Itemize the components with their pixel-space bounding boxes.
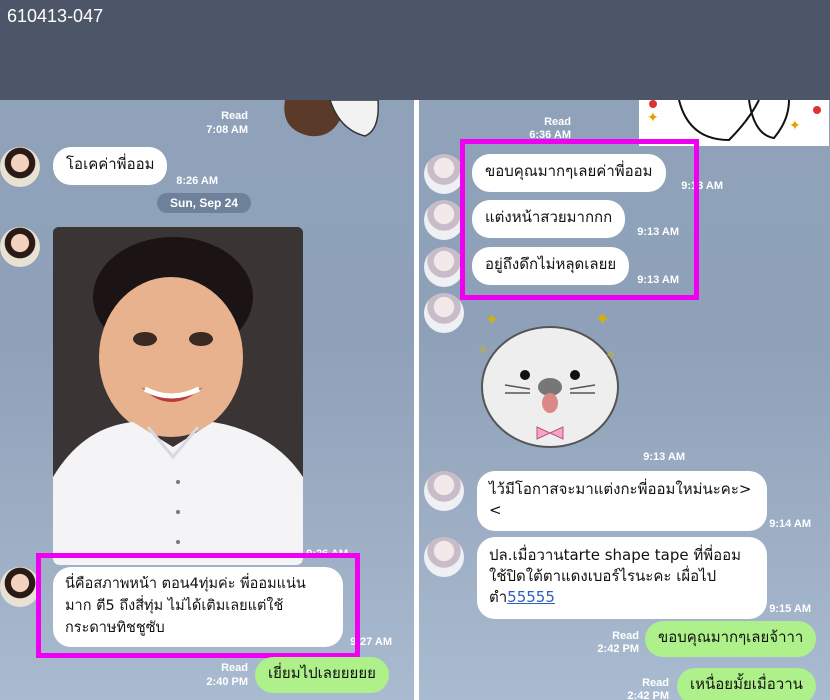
message-time: 2:40 PM [206, 676, 248, 688]
svg-text:✦: ✦ [789, 118, 801, 134]
highlight-box [36, 553, 360, 658]
message-time: 9:13 AM [643, 451, 685, 463]
seal-sticker[interactable]: ✦ ✦ ✧ ✧ [475, 305, 625, 450]
sent-message-bubble[interactable]: ขอบคุณมากๆเลยจ้าาา [645, 621, 817, 657]
read-status: Read [221, 662, 248, 674]
watermark: 610413-047 [7, 6, 104, 26]
read-status: Read [642, 677, 669, 689]
sticker-fragment [284, 100, 379, 137]
avatar[interactable] [424, 200, 464, 240]
svg-text:✧: ✧ [477, 343, 489, 359]
message-time: 2:42 PM [597, 643, 639, 655]
avatar[interactable] [424, 247, 464, 287]
read-status: Read [544, 116, 571, 128]
avatar[interactable] [424, 537, 464, 577]
highlight-box [460, 139, 699, 300]
svg-text:✦: ✦ [485, 310, 498, 329]
svg-text:✦: ✦ [647, 110, 659, 126]
message-bubble[interactable]: ปล.เมื่อวานtarte shape tape ที่พี่ออมใช้… [477, 537, 767, 619]
message-bubble[interactable]: โอเคค่าพี่ออม [53, 147, 168, 185]
message-time: 7:08 AM [206, 124, 248, 136]
message-bubble[interactable]: ไว้มีโอกาสจะมาแต่งกะพี่ออมใหม่นะคะ>< [477, 471, 767, 531]
svg-text:✦: ✦ [595, 309, 610, 330]
message-time: 8:26 AM [176, 175, 218, 187]
sent-message-bubble[interactable]: เยี่ยมไปเลยยยยย [255, 657, 389, 693]
message-time: 9:15 AM [769, 603, 811, 615]
left-chat-panel[interactable]: Read 7:08 AM โอเคค่าพี่ออม 8:26 AM Sun, … [0, 100, 414, 700]
svg-text:✧: ✧ [605, 348, 617, 364]
message-time: 9:14 AM [769, 518, 811, 530]
read-status: Read [612, 630, 639, 642]
selfie-photo [53, 227, 303, 565]
message-link[interactable]: 55555 [507, 588, 555, 606]
avatar[interactable] [0, 227, 40, 267]
date-separator: Sun, Sep 24 [157, 193, 252, 213]
avatar[interactable] [0, 147, 40, 187]
top-bar: 610413-047 [0, 0, 830, 100]
right-chat-panel[interactable]: ✦ ✦ Read 6:36 AM ขอบคุณมากๆเลยค่าพี่ออม … [419, 100, 830, 700]
avatar[interactable] [424, 293, 464, 333]
avatar[interactable] [0, 567, 40, 607]
avatar[interactable] [424, 471, 464, 511]
message-time: 2:42 PM [627, 690, 669, 700]
read-status: Read [221, 110, 248, 122]
sent-message-bubble[interactable]: เหนื่อยมั้ยเมื่อวาน [677, 668, 816, 700]
photo-message[interactable] [53, 227, 303, 565]
avatar[interactable] [424, 154, 464, 194]
